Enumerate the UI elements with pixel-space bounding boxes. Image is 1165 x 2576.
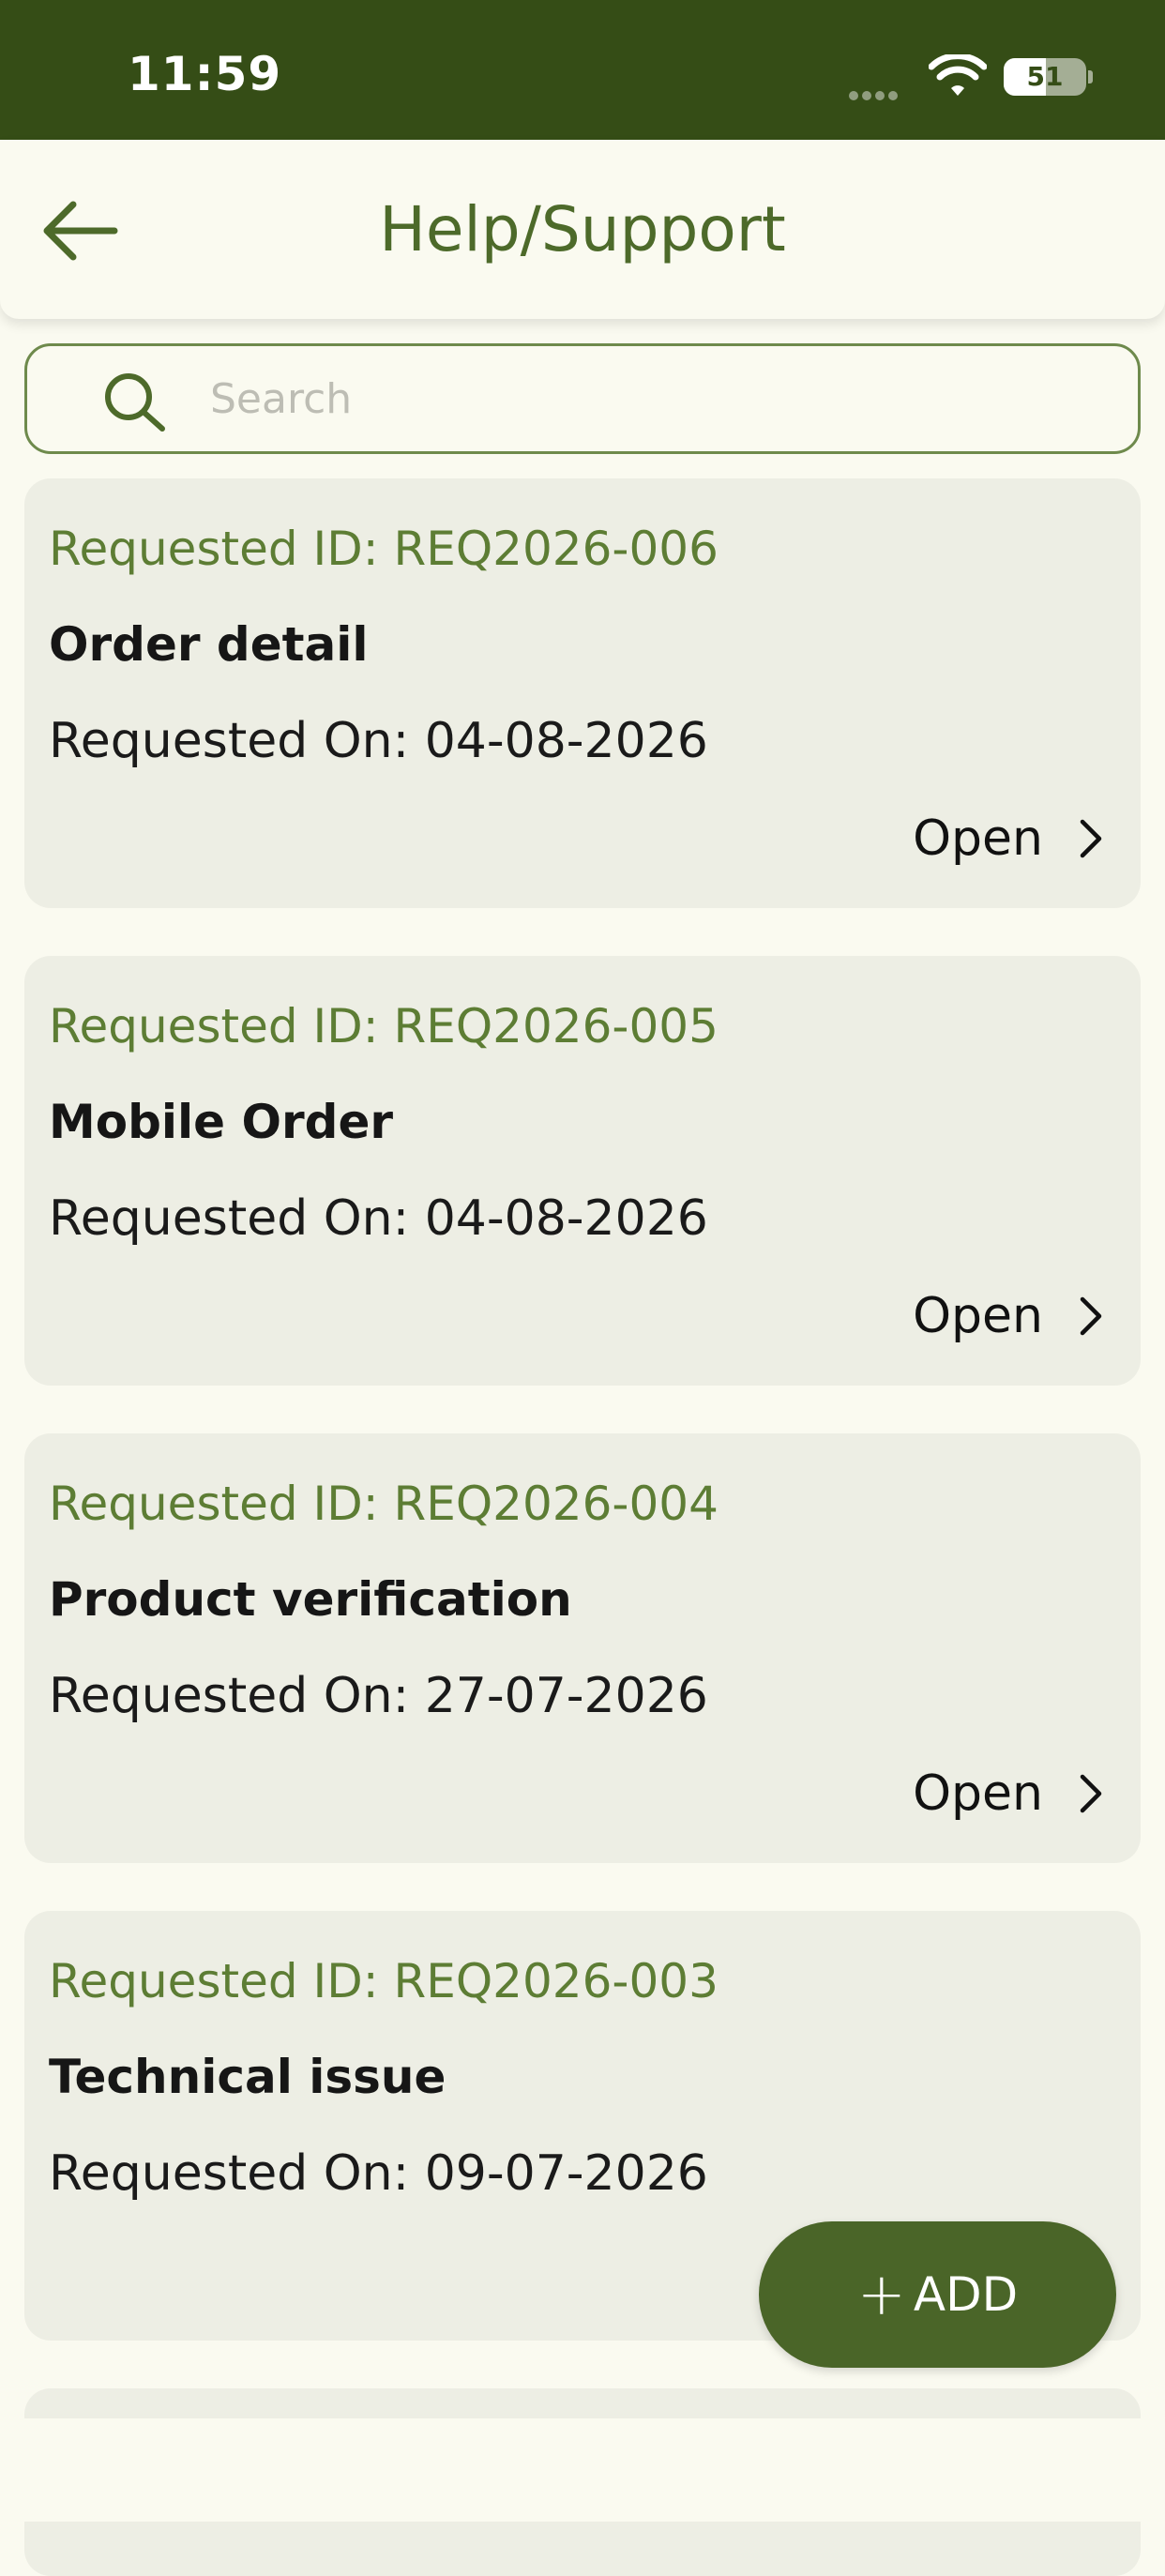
signal-dots-icon — [849, 86, 901, 104]
add-button-label: ADD — [913, 2267, 1019, 2322]
request-card[interactable]: Requested ID: REQ2026-006 Order detail R… — [24, 478, 1141, 908]
request-date: Requested On: 04-08-2026 — [49, 1190, 708, 1247]
battery-tip — [1088, 70, 1093, 83]
request-card[interactable]: Requested ID: REQ2026-005 Mobile Order R… — [24, 956, 1141, 1386]
chevron-right-icon — [1080, 1296, 1102, 1336]
search-icon — [105, 373, 165, 432]
request-date: Requested On: 27-07-2026 — [49, 1668, 708, 1724]
request-id: Requested ID: REQ2026-006 — [49, 522, 719, 576]
request-subject: Mobile Order — [49, 1095, 394, 1149]
request-id: Requested ID: REQ2026-004 — [49, 1477, 719, 1531]
battery-level: 51 — [1026, 61, 1064, 92]
request-card[interactable]: Requested ID: REQ2026-004 Product verifi… — [24, 1433, 1141, 1863]
request-status-link[interactable]: Open — [913, 1764, 1103, 1824]
request-date: Requested On: 09-07-2026 — [49, 2145, 708, 2202]
request-date: Requested On: 04-08-2026 — [49, 713, 708, 769]
search-bar[interactable] — [24, 343, 1141, 454]
plus-icon: + — [856, 2260, 906, 2328]
request-status: Open — [913, 811, 1043, 867]
request-id: Requested ID: REQ2026-005 — [49, 999, 719, 1053]
request-status-link[interactable]: Open — [913, 1286, 1103, 1346]
request-id: Requested ID: REQ2026-003 — [49, 1954, 719, 2008]
request-status: Open — [913, 1765, 1043, 1822]
status-bar: 11:59 51 — [0, 0, 1165, 140]
battery-icon: 51 — [1004, 58, 1086, 96]
request-subject: Order detail — [49, 617, 369, 672]
app-bar: Help/Support — [0, 140, 1165, 319]
page-title: Help/Support — [379, 193, 786, 265]
chevron-right-icon — [1080, 819, 1102, 858]
request-status: Open — [913, 1288, 1043, 1344]
search-input[interactable] — [210, 365, 1111, 432]
add-request-button[interactable]: + ADD — [759, 2221, 1116, 2368]
request-status-link[interactable]: Open — [913, 809, 1103, 869]
request-subject: Technical issue — [49, 2050, 446, 2104]
status-time: 11:59 — [128, 47, 282, 101]
wifi-icon — [929, 54, 987, 96]
request-subject: Product verification — [49, 1572, 572, 1627]
chevron-right-icon — [1080, 1774, 1102, 1813]
bottom-area — [0, 2418, 1165, 2522]
